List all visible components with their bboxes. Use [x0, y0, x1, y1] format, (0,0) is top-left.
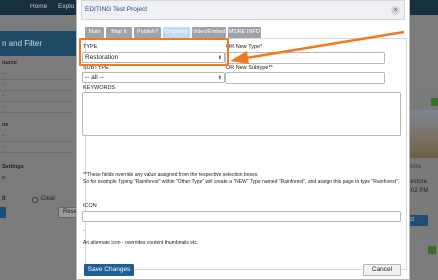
annotation-arrow-icon	[230, 30, 405, 64]
